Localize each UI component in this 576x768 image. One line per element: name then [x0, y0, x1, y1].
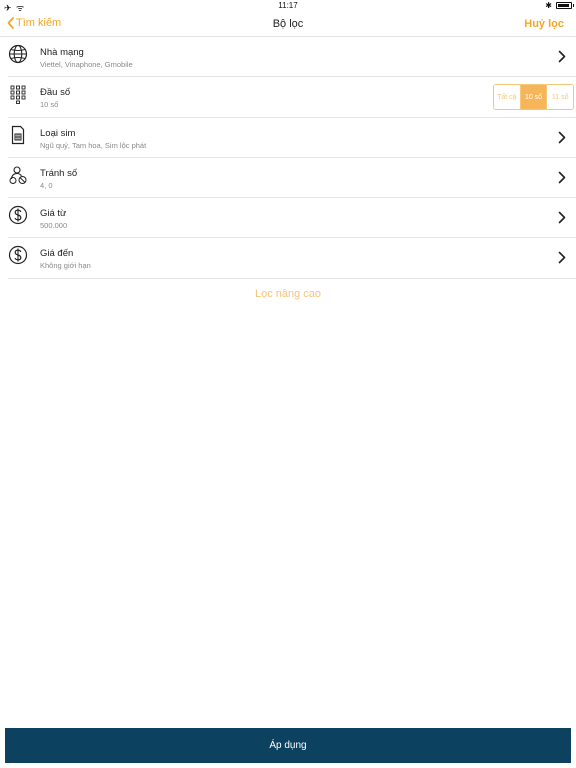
status-time: 11:17 — [278, 1, 298, 10]
page-title: Bộ lọc — [272, 18, 304, 30]
filter-row-avoid-numbers[interactable]: Tránh số 4, 0 — [8, 158, 576, 199]
filter-row-prefix: Đầu số 10 số Tất cả 10 số 11 số — [8, 77, 576, 118]
chevron-right-icon — [558, 211, 566, 224]
chevron-right-icon — [558, 252, 566, 264]
keypad-icon — [10, 85, 26, 105]
filter-title: Đầu số — [40, 87, 71, 99]
filter-title: Tránh số — [40, 167, 78, 179]
advanced-filter-link[interactable]: Lọc nâng cao — [0, 288, 576, 300]
filter-value: Không giới hạn — [40, 261, 91, 271]
sim-card-icon — [11, 125, 25, 144]
dollar-icon — [8, 246, 28, 265]
filter-row-price-to[interactable]: Giá đến Không giới hạn — [8, 238, 576, 279]
clear-filter-button[interactable]: Huỷ lọc — [524, 18, 564, 30]
apply-button[interactable]: Áp dụng — [5, 728, 571, 763]
filter-value: 500.000 — [40, 221, 68, 231]
segment-10-digits[interactable]: 10 số — [520, 85, 548, 110]
filter-row-carrier[interactable]: Nhà mạng Viettel, Vinaphone, Gmobile — [8, 37, 576, 78]
filter-value: Viettel, Vinaphone, Gmobile — [40, 60, 133, 69]
dollar-icon — [8, 206, 28, 225]
filter-value: Ngũ quý, Tam hoa, Sim lộc phát — [40, 140, 147, 150]
filter-row-sim-type[interactable]: Loại sim Ngũ quý, Tam hoa, Sim lộc phát — [8, 118, 576, 158]
status-bar: ✈ ︎ᯤ 11:17 ✱ — [0, 0, 576, 13]
filter-title: Giá từ — [40, 208, 67, 220]
filter-value: 10 số — [40, 100, 59, 110]
chevron-right-icon — [558, 131, 566, 143]
filter-list: Nhà mạng Viettel, Vinaphone, Gmobile Đầu… — [0, 37, 576, 279]
navigation-bar: Tìm kiếm Bộ lọc Huỷ lọc — [0, 12, 576, 37]
chevron-right-icon — [558, 50, 566, 63]
prefix-segmented-control: Tất cả 10 số 11 số — [493, 84, 574, 111]
segment-all[interactable]: Tất cả — [494, 85, 521, 110]
filter-value: 4, 0 — [40, 180, 53, 190]
segment-11-digits[interactable]: 11 số — [547, 85, 573, 110]
chevron-right-icon — [558, 171, 566, 184]
filter-title: Nhà mạng — [40, 47, 84, 58]
bluetooth-icon: ✱ — [545, 1, 552, 10]
filter-title: Loại sim — [40, 127, 76, 139]
filter-title: Giá đến — [40, 248, 74, 260]
battery-icon — [556, 2, 574, 9]
filter-row-price-from[interactable]: Giá từ 500.000 — [8, 198, 576, 239]
globe-icon — [8, 44, 28, 64]
avoid-numbers-icon — [9, 166, 27, 184]
